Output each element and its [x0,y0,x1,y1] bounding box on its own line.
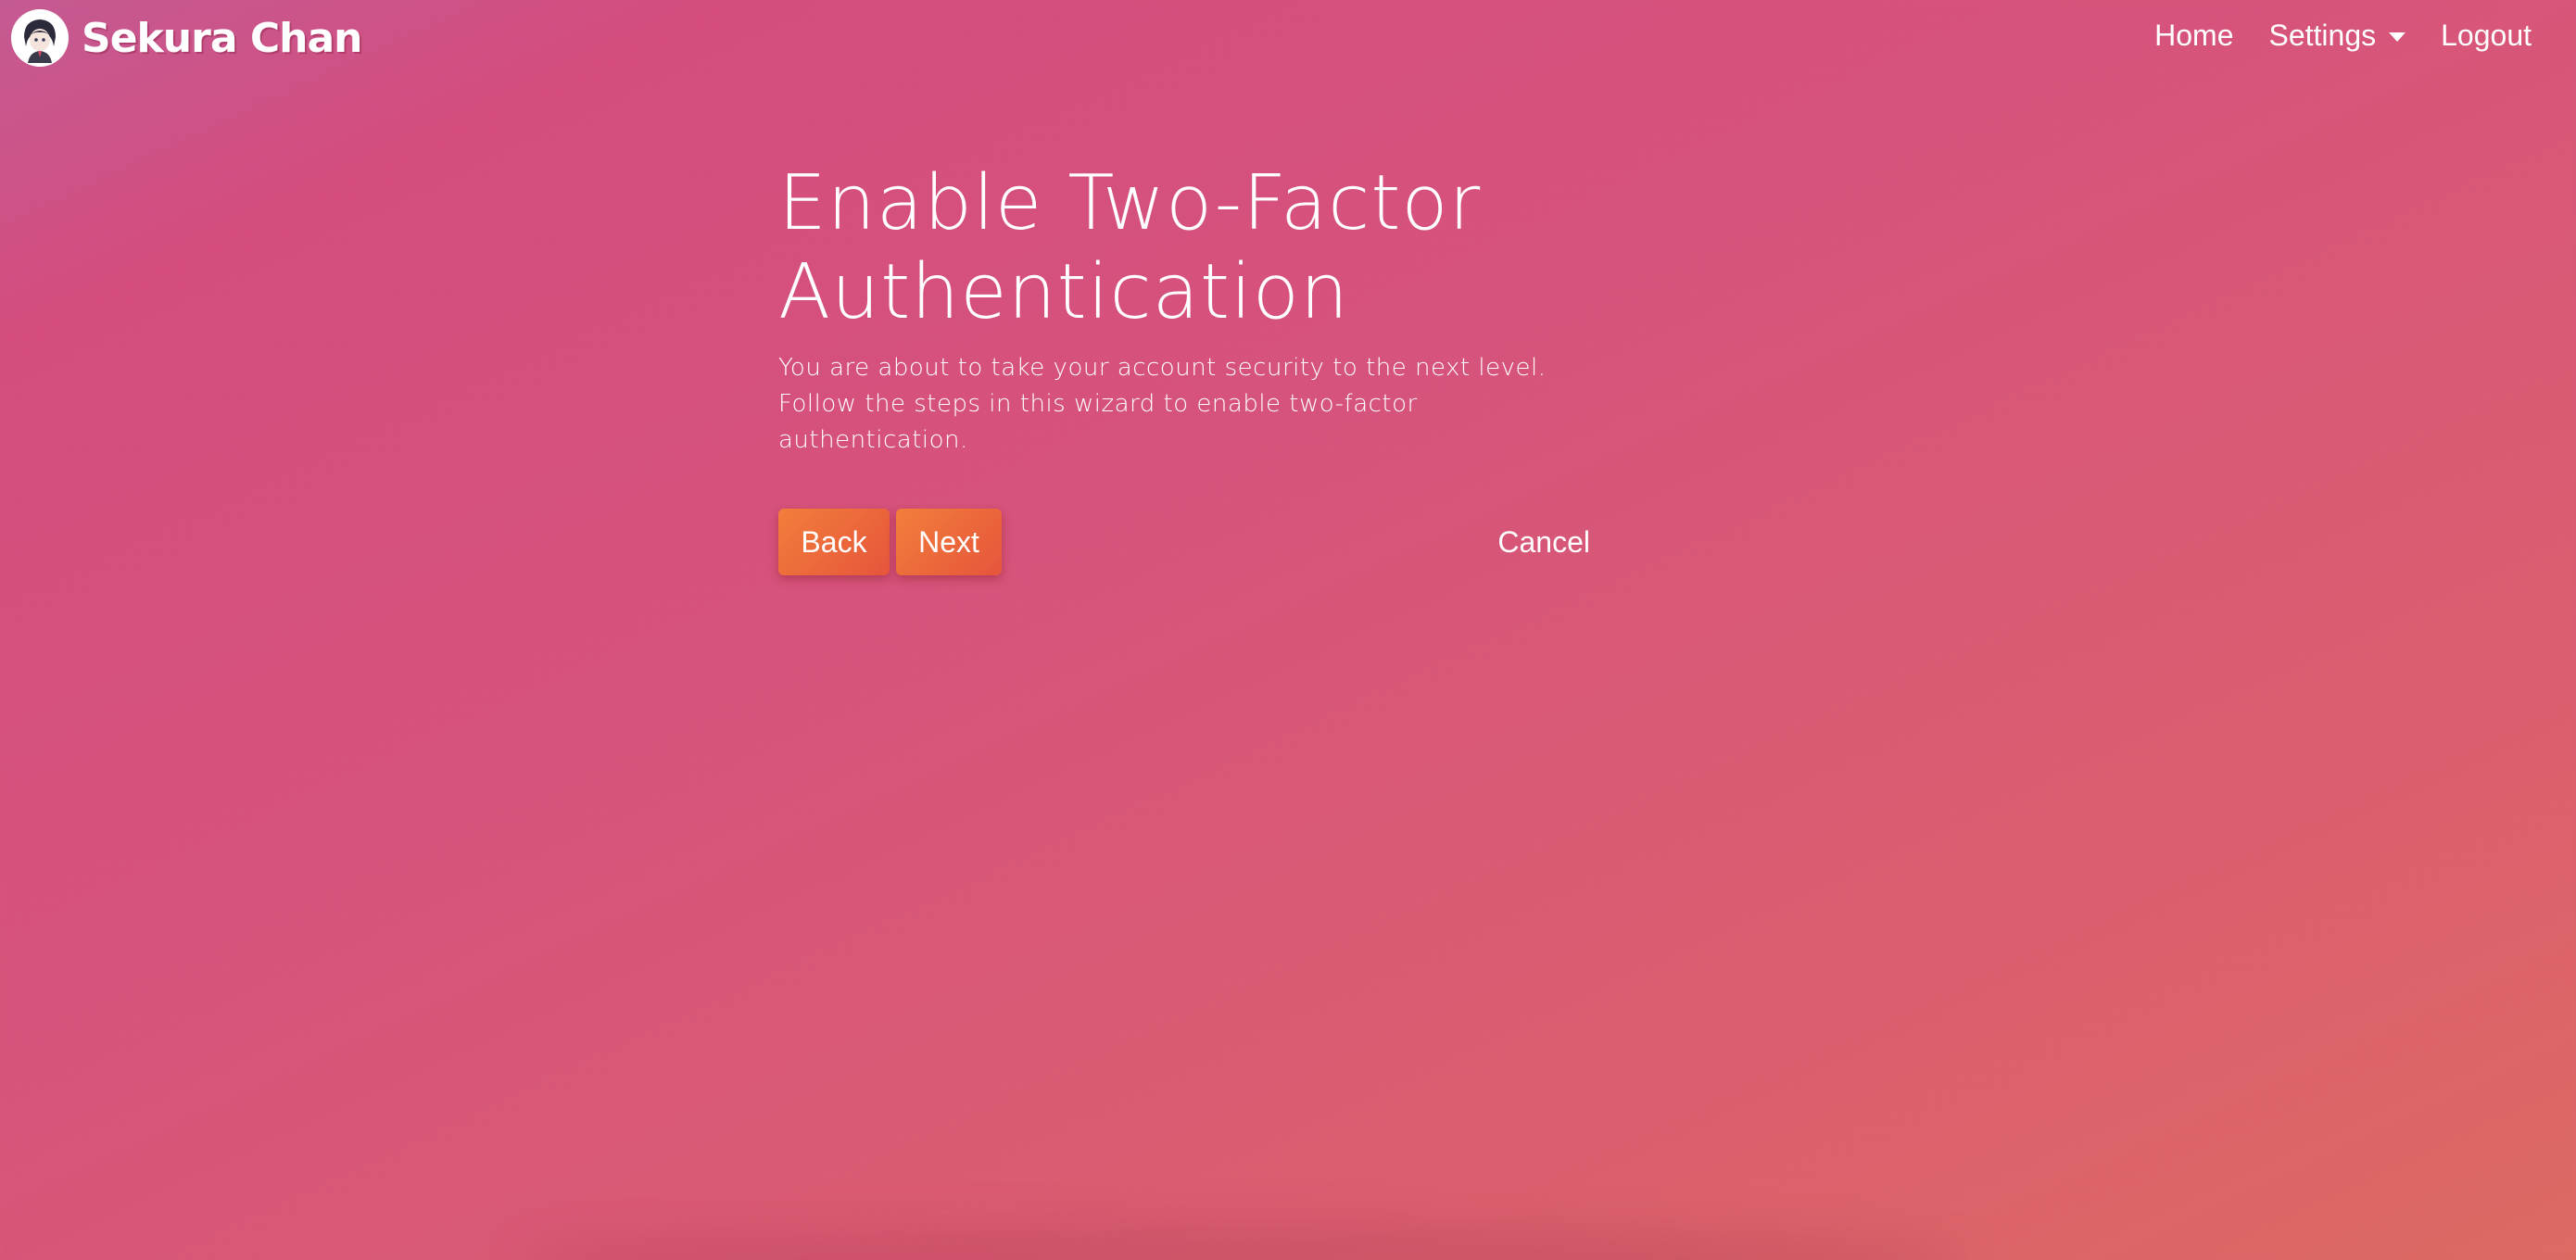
bottom-shadow [519,1223,1964,1260]
wizard-panel: Enable Two-Factor Authentication You are… [778,159,1590,575]
wizard-description: You are about to take your account secur… [778,354,1547,454]
nav-settings-label: Settings [2268,19,2377,52]
nav-links: Home Settings Logout [2119,19,2532,53]
nav-logout[interactable]: Logout [2441,19,2532,53]
brand-name: Sekura Chan [82,14,362,62]
navbar: Sekura Chan Home Settings Logout [0,0,2576,78]
nav-home[interactable]: Home [2154,19,2233,53]
wizard-actions: Back Next Cancel [778,509,1590,575]
anime-avatar-icon [11,9,69,67]
nav-settings-dropdown[interactable]: Settings [2269,19,2406,53]
page-title: Enable Two-Factor Authentication [778,159,1482,336]
next-button[interactable]: Next [896,509,1002,575]
back-button[interactable]: Back [778,509,890,575]
brand-link[interactable]: Sekura Chan [11,9,362,67]
cancel-link[interactable]: Cancel [1497,525,1590,560]
chevron-down-icon [2389,32,2406,42]
